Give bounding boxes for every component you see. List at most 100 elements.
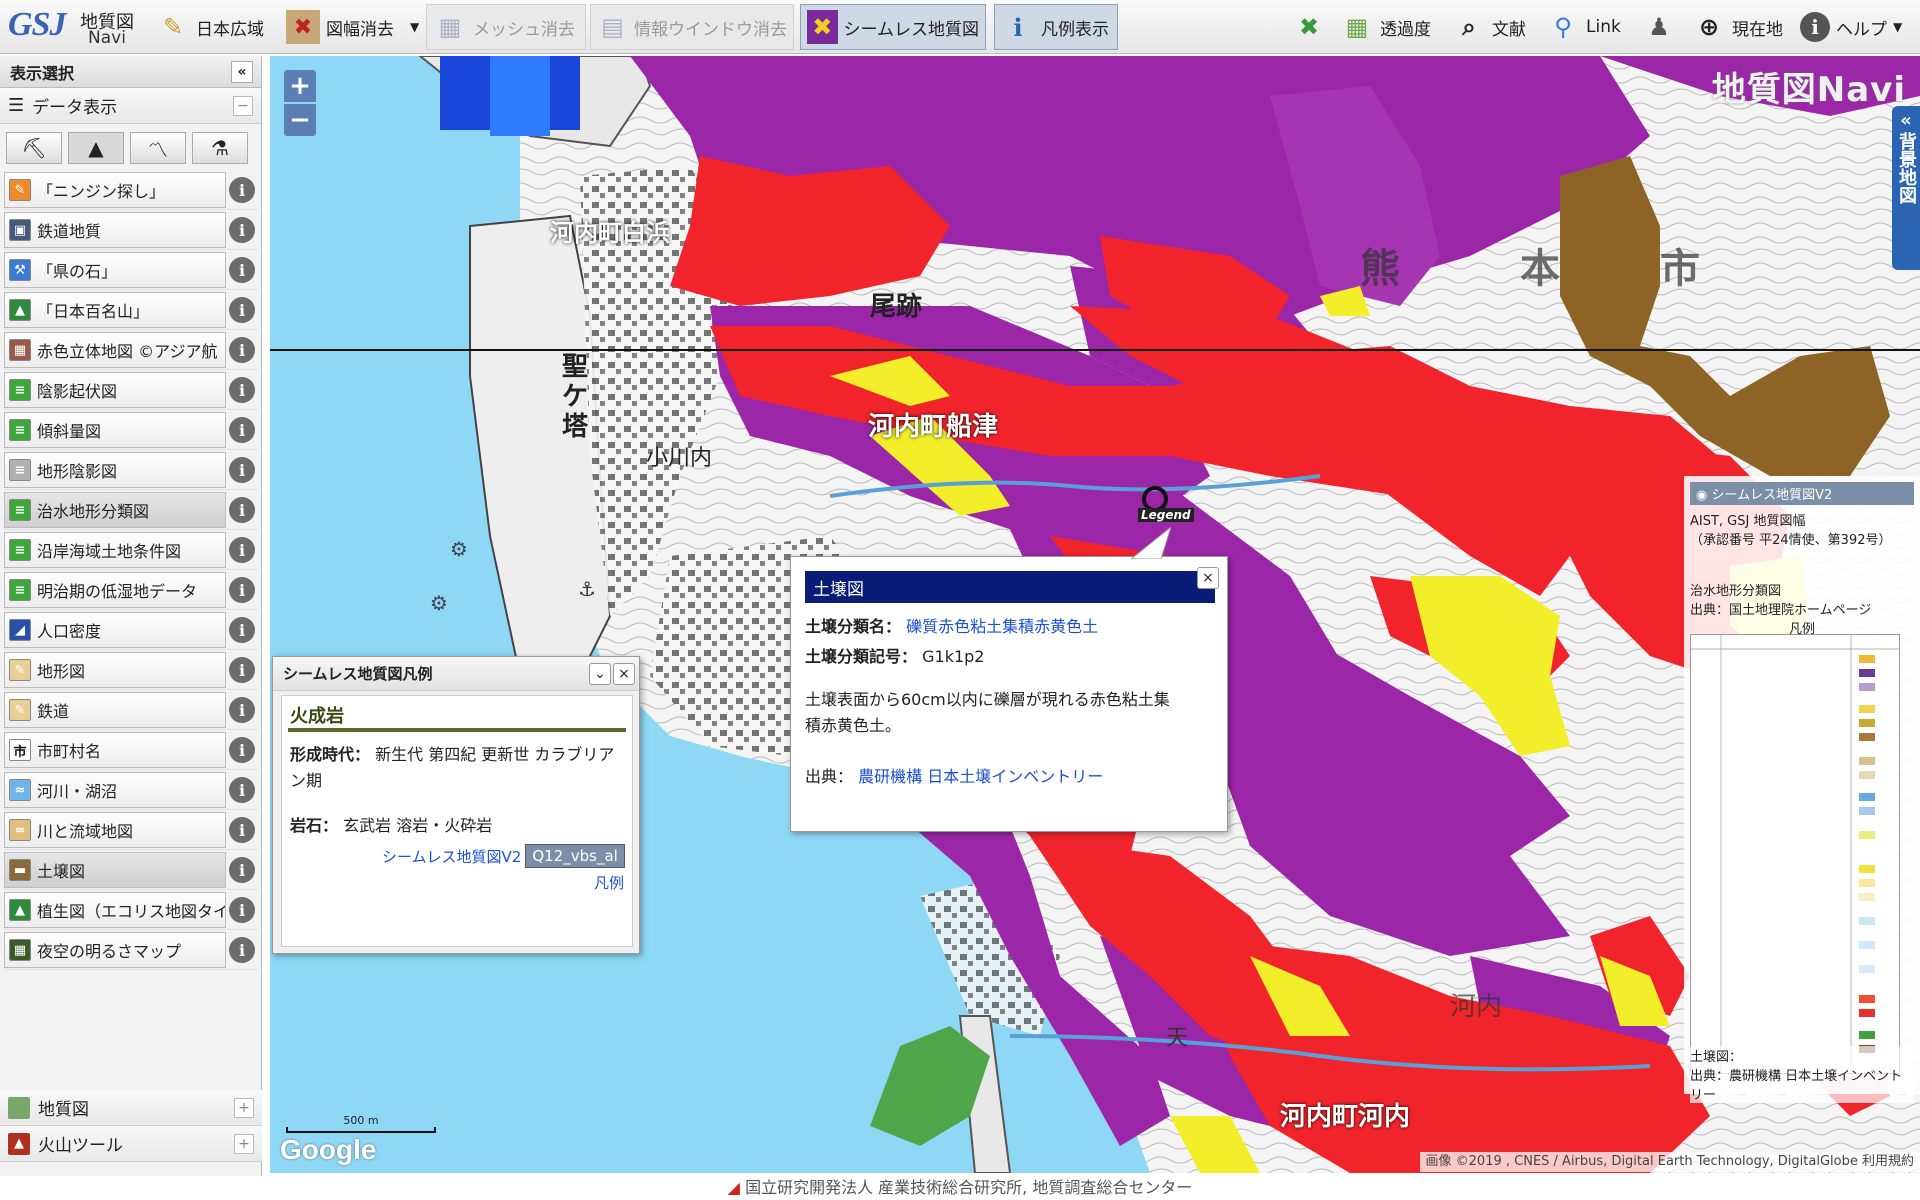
layer-toggle-button[interactable]: ▣ 鉄道地質 [4, 212, 226, 248]
tab-lab[interactable]: ⚗ [192, 132, 248, 164]
layer-toggle-button[interactable]: ▬ 土壌図 [4, 852, 226, 888]
info-icon[interactable]: i [229, 177, 255, 203]
layer-toggle-button[interactable]: ⚒ 「県の石」 [4, 252, 226, 288]
help-button[interactable]: i ヘルプ ▼ [1794, 4, 1908, 50]
geology-map-group[interactable]: 地質図 + [0, 1090, 262, 1126]
collapse-group-button[interactable]: − [233, 96, 253, 116]
info-icon[interactable]: i [229, 937, 255, 963]
data-display-group[interactable]: ☰ データ表示 − [0, 88, 261, 124]
info-icon[interactable]: i [229, 577, 255, 603]
clear-sheet-button[interactable]: ✖ 図幅消去 ▼ [280, 4, 425, 50]
info-icon[interactable]: i [229, 257, 255, 283]
zoom-out-button[interactable]: − [284, 104, 316, 136]
literature-button[interactable]: ⌕ 文献 [1446, 4, 1532, 50]
layer-row: ≈ 川と流域地図 i [4, 810, 257, 850]
clear-mesh-button[interactable]: ▦ メッシュ消去 [426, 4, 586, 50]
info-icon[interactable]: i [229, 497, 255, 523]
soil-name-link[interactable]: 礫質赤色粘土集積赤黄色土 [906, 617, 1098, 636]
soil-source-link[interactable]: 農研機構 日本土壌インベントリー [858, 767, 1103, 786]
layer-toggle-button[interactable]: ≡ 地形陰影図 [4, 452, 226, 488]
map-sheet-icon: ✖ [286, 10, 320, 44]
layer-icon: ≡ [9, 539, 31, 561]
clear-info-window-button[interactable]: ▤ 情報ウインドウ消去 [590, 4, 794, 50]
layer-toggle-button[interactable]: ✎ 地形図 [4, 652, 226, 688]
layer-toggle-button[interactable]: ≡ 陰影起伏図 [4, 372, 226, 408]
layer-toggle-button[interactable]: ≡ 治水地形分類図 [4, 492, 226, 528]
layer-toggle-button[interactable]: ◢ 人口密度 [4, 612, 226, 648]
info-icon[interactable]: i [229, 537, 255, 563]
legend-marker[interactable]: Legend [1138, 486, 1194, 522]
flood-legend-image[interactable] [1690, 634, 1900, 1074]
info-icon[interactable]: i [229, 217, 255, 243]
layer-toggle-button[interactable]: ▦ 赤色立体地図 ©アジア航 [4, 332, 226, 368]
info-icon[interactable]: i [229, 737, 255, 763]
link-button[interactable]: ⚲ Link [1540, 4, 1627, 50]
link-label: Link [1586, 17, 1621, 37]
info-icon[interactable]: i [229, 617, 255, 643]
tab-terrain[interactable]: ▲ [68, 132, 124, 164]
legend-window-header[interactable]: シームレス地質図凡例 [273, 657, 639, 691]
info-icon[interactable]: i [229, 417, 255, 443]
transparency-button[interactable]: ▦ 透過度 [1334, 4, 1437, 50]
info-icon[interactable]: i [229, 457, 255, 483]
expand-group-button[interactable]: + [234, 1134, 254, 1154]
layer-toggle-button[interactable]: 市市町村名 [4, 732, 226, 768]
layer-toggle-button[interactable]: ▦ 夜空の明るさマップ [4, 932, 226, 968]
aist-logo-icon: ◢ [727, 1178, 740, 1197]
current-location-button[interactable]: ⊕ 現在地 [1686, 4, 1789, 50]
info-window-icon: ▤ [601, 13, 624, 41]
info-icon[interactable]: i [229, 777, 255, 803]
info-icon[interactable]: i [229, 337, 255, 363]
info-icon[interactable]: i [229, 857, 255, 883]
close-icon[interactable]: × [613, 663, 635, 685]
show-legend-button[interactable]: i 凡例表示 [994, 4, 1118, 50]
layer-icon: ✎ [9, 659, 31, 681]
layer-row: ✎ 「ニンジン探し」 i [4, 170, 257, 210]
tab-tools[interactable]: ⛏ [6, 132, 62, 164]
line-chart-icon: 〽 [148, 137, 168, 162]
japan-wide-button[interactable]: ✎ 日本広域 [150, 4, 270, 50]
close-icon[interactable]: × [1197, 567, 1219, 589]
footer-text: 国立研究開発法人 産業技術総合研究所, 地質調査総合センター [745, 1178, 1193, 1197]
layer-label: 鉄道 [37, 702, 70, 721]
info-icon[interactable]: i [229, 377, 255, 403]
layer-toggle-button[interactable]: ≡ 明治期の低湿地データ [4, 572, 226, 608]
layer-row: ▲ 植生図（エコリス地図タイル）i [4, 890, 257, 930]
map-attribution[interactable]: 画像 ©2019 , CNES / Airbus, Digital Earth … [1419, 1152, 1920, 1172]
layer-toggle-button[interactable]: ≈ 河川・湖沼 [4, 772, 226, 808]
minimize-icon[interactable]: ⌄ [589, 663, 611, 685]
layer-toggle-button[interactable]: ≡ 傾斜量図 [4, 412, 226, 448]
info-icon[interactable]: i [229, 697, 255, 723]
layer-toggle-button[interactable]: ≡ 沿岸海域土地条件図 [4, 532, 226, 568]
expand-group-button[interactable]: + [234, 1098, 254, 1118]
tab-graph[interactable]: 〽 [130, 132, 186, 164]
person-button[interactable]: ♟ [1636, 4, 1682, 50]
info-icon[interactable]: i [229, 817, 255, 843]
x-tool-button[interactable]: ✖ [1286, 4, 1332, 50]
chevron-down-icon[interactable]: ▼ [1893, 20, 1902, 34]
seamless-v2-link[interactable]: シームレス地質図V2 [382, 846, 521, 867]
info-icon[interactable]: i [229, 297, 255, 323]
chevron-down-icon[interactable]: ▼ [410, 20, 419, 34]
zoom-in-button[interactable]: + [284, 70, 316, 102]
soil-name-key: 土壌分類名： [805, 617, 902, 636]
info-icon[interactable]: i [229, 897, 255, 923]
collapse-sidebar-button[interactable]: « [231, 61, 253, 83]
layer-toggle-button[interactable]: ≈ 川と流域地図 [4, 812, 226, 848]
layer-toggle-button[interactable]: ▲ 植生図（エコリス地図タイル） [4, 892, 226, 928]
gsj-logo[interactable]: GSJ 地質図 Navi [6, 4, 146, 50]
seamless-geo-map-button[interactable]: ✖ シームレス地質図 [800, 4, 986, 50]
layer-row: ≡ 治水地形分類図 i [4, 490, 257, 530]
layer-toggle-button[interactable]: ▲ 「日本百名山」 [4, 292, 226, 328]
layer-label: 川と流域地図 [37, 822, 134, 841]
layer-toggle-button[interactable]: ✎ 鉄道 [4, 692, 226, 728]
legend-link[interactable]: 凡例 [594, 872, 624, 893]
layer-toggle-button[interactable]: ✎ 「ニンジン探し」 [4, 172, 226, 208]
legend-code-badge[interactable]: Q12_vbs_al [525, 844, 625, 868]
data-display-label: データ表示 [32, 98, 118, 118]
aist-credit: AIST, GSJ 地質図幅 （承認番号 平24情使、第392号） [1690, 510, 1914, 548]
geology-map-label: 地質図 [38, 1100, 89, 1120]
background-map-tab[interactable]: « 背景地図 [1892, 106, 1920, 270]
volcano-tools-group[interactable]: ▲ 火山ツール + [0, 1126, 262, 1162]
info-icon[interactable]: i [229, 657, 255, 683]
